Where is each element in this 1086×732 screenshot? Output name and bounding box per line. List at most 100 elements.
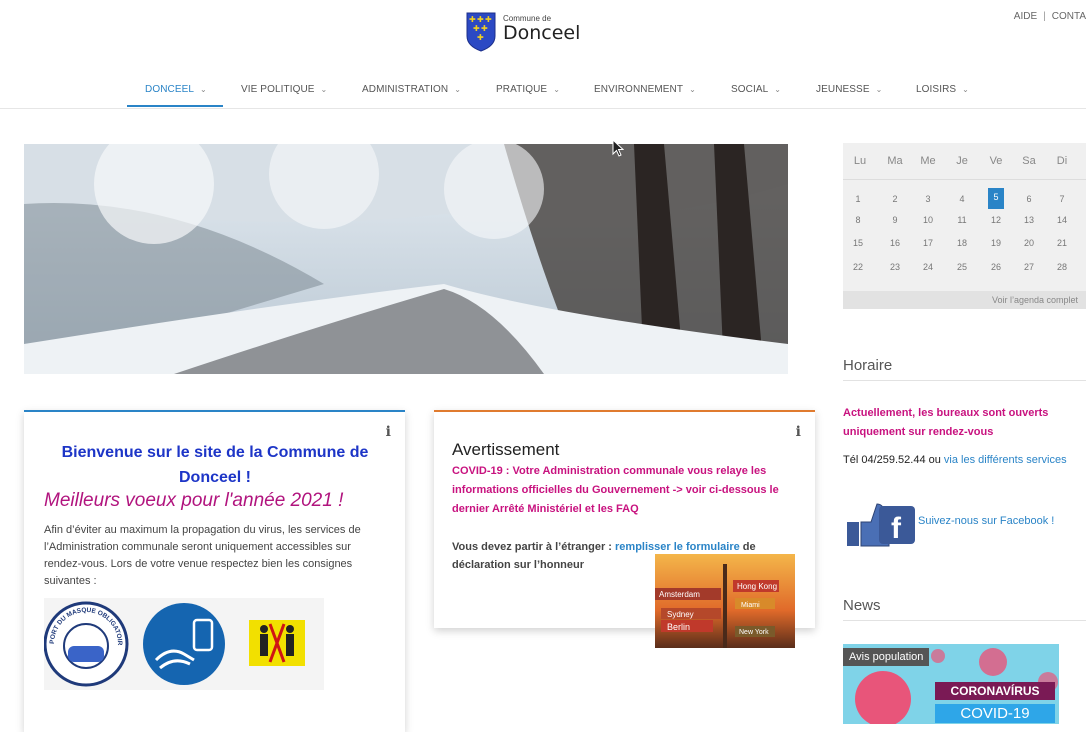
travel-signpost-image: Hong Kong Amsterdam Sydney Berlin Miami … [655,554,795,648]
calendar-day[interactable]: 16 [880,238,910,248]
calendar-day[interactable]: 17 [913,238,943,248]
info-icon[interactable]: i [386,424,391,440]
contact-link[interactable]: CONTA [1052,11,1086,22]
calendar-day[interactable]: 22 [843,262,873,272]
calendar-grid: 1 2 3 4 5 6 7 8 9 10 11 12 13 14 15 16 1… [843,179,1086,292]
calendar-day[interactable]: 2 [880,194,910,204]
weekday-label: Je [956,155,968,167]
info-icon[interactable]: i [796,424,801,440]
calendar-day[interactable]: 26 [981,262,1011,272]
covid-notice: COVID-19 : Votre Administration communal… [452,465,779,515]
news-covid-label: COVID-19 [935,704,1055,723]
news-badge: Avis population [843,648,930,666]
svg-text:✚: ✚ [473,24,480,33]
calendar-day[interactable]: 9 [880,215,910,225]
news-heading: News [843,597,881,614]
travel-form-link[interactable]: remplisser le formulaire [615,541,740,553]
calendar-day[interactable]: 10 [913,215,943,225]
divider [843,380,1086,381]
nav-label: PRATIQUE [496,84,548,95]
calendar-day[interactable]: 18 [947,238,977,248]
calendar-day[interactable]: 19 [981,238,1011,248]
welcome-title: Bienvenue sur le site de la Commune de D… [61,444,369,486]
calendar-day[interactable]: 25 [947,262,977,272]
svg-text:Hong Kong: Hong Kong [737,582,777,591]
calendar-day[interactable]: 12 [981,215,1011,225]
calendar-day[interactable]: 7 [1047,194,1077,204]
divider: | [1043,11,1046,22]
header: ✚ ✚ ✚ ✚ ✚ ✚ Commune de Donceel AIDE | CONTA [0,0,1086,70]
chevron-down-icon: ⌄ [200,85,207,94]
hero-winter-road-image [24,144,788,374]
svg-text:Berlin: Berlin [667,622,690,632]
svg-text:Sydney: Sydney [667,610,694,619]
weekday-label: Ma [887,155,903,167]
calendar-day[interactable]: 4 [947,194,977,204]
calendar-day[interactable]: 20 [1014,238,1044,248]
nav-item-loisirs[interactable]: LOISIRS ⌄ [916,84,969,95]
calendar-today-label[interactable]: 5 [988,192,1004,202]
calendar-day[interactable]: 1 [843,194,873,204]
svg-text:Miami: Miami [741,602,760,609]
chevron-down-icon: ⌄ [454,85,462,94]
calendar-day[interactable]: 6 [1014,194,1044,204]
news-covid-image[interactable]: Avis population CORONAVÍRUS COVID-19 [843,644,1059,724]
svg-text:✚: ✚ [469,15,476,24]
logo-title: Donceel [503,22,581,44]
chevron-down-icon: ⌄ [962,85,969,94]
weekday-label: Sa [1022,155,1036,167]
chevron-down-icon: ⌄ [875,85,883,94]
mask-icon: PORT DU MASQUE OBLIGATOIRE [42,593,129,687]
weekday-label: Lu [853,155,867,167]
calendar-day[interactable]: 15 [843,238,873,248]
calendar-day[interactable]: 24 [913,262,943,272]
weekday-label: Di [1056,155,1068,167]
phone-text: Tél 04/259.52.44 ou [843,454,944,466]
welcome-card: i Bienvenue sur le site de la Commune de… [24,410,405,732]
nav-item-jeunesse[interactable]: JEUNESSE ⌄ [816,84,882,95]
nav-label: SOCIAL [731,84,769,95]
calendar-day[interactable]: 3 [913,194,943,204]
main-nav: DONCEEL ⌄ VIE POLITIQUE ⌄ ADMINISTRATION ⌄ … [0,78,1086,109]
calendar-day[interactable]: 11 [947,215,977,225]
travel-text: Vous devez partir à l’étranger : [452,541,616,553]
full-agenda-link[interactable]: Voir l’agenda complet [843,291,1086,309]
weekday-label: Me [920,155,936,167]
coat-of-arms-icon: ✚ ✚ ✚ ✚ ✚ ✚ [466,12,496,52]
calendar-week: 22 23 24 25 26 27 28 [843,262,1086,280]
hand-sanitizer-icon [143,603,225,685]
calendar-day[interactable]: 28 [1047,262,1077,272]
calendar-day[interactable]: 23 [880,262,910,272]
horaire-heading: Horaire [843,357,893,374]
facebook-link[interactable]: Suivez-nous sur Facebook ! [918,515,1054,527]
nav-label: LOISIRS [916,84,957,95]
office-hours-notice: Actuellement, les bureaux sont ouverts u… [843,407,1049,438]
svg-text:✚: ✚ [485,15,492,24]
calendar-day[interactable]: 21 [1047,238,1077,248]
calendar-week: 8 9 10 11 12 13 14 [843,215,1086,233]
nav-item-social[interactable]: SOCIAL ⌄ [731,84,781,95]
nav-item-vie-politique[interactable]: VIE POLITIQUE ⌄ [241,84,327,95]
facebook-like-icon[interactable]: f [845,500,917,548]
calendar-day[interactable]: 8 [843,215,873,225]
divider [843,620,1086,621]
news-corona-label: CORONAVÍRUS [935,682,1055,700]
svg-text:f: f [891,512,902,545]
active-nav-indicator [127,105,223,107]
services-link[interactable]: via les différents services [944,454,1067,466]
nav-item-administration[interactable]: ADMINISTRATION ⌄ [362,84,461,95]
nav-label: JEUNESSE [816,84,870,95]
chevron-down-icon: ⌄ [320,85,328,94]
nav-item-pratique[interactable]: PRATIQUE ⌄ [496,84,560,95]
chevron-down-icon: ⌄ [553,85,560,94]
calendar-day[interactable]: 14 [1047,215,1077,225]
nav-label: DONCEEL [145,84,195,95]
nav-item-donceel[interactable]: DONCEEL ⌄ [145,84,207,95]
calendar-day[interactable]: 27 [1014,262,1044,272]
site-logo[interactable]: ✚ ✚ ✚ ✚ ✚ ✚ Commune de Donceel [466,12,580,52]
chevron-down-icon: ⌄ [774,85,782,94]
svg-text:Amsterdam: Amsterdam [659,590,700,599]
nav-item-environnement[interactable]: ENVIRONNEMENT ⌄ [594,84,696,95]
help-link[interactable]: AIDE [1014,11,1037,22]
calendar-day[interactable]: 13 [1014,215,1044,225]
